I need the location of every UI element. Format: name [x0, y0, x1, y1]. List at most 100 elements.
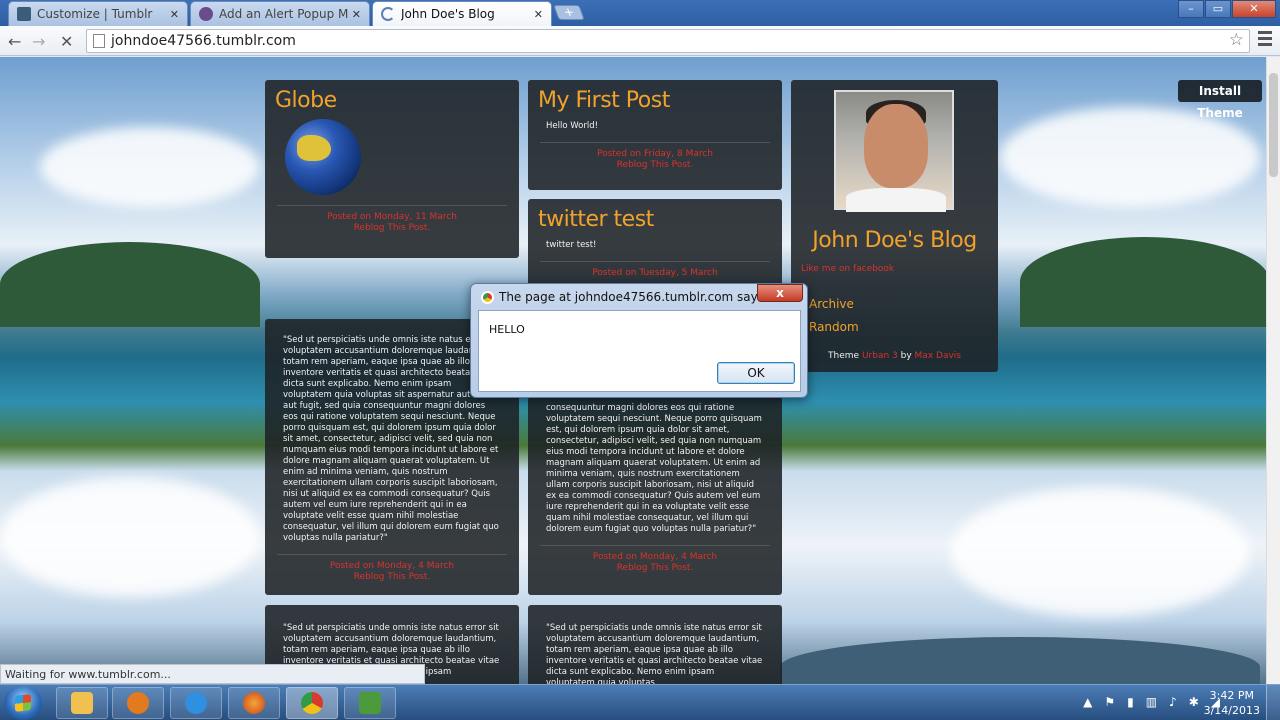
- taskbar-camtasia[interactable]: [344, 687, 396, 719]
- blog-title[interactable]: John Doe's Blog: [791, 228, 998, 253]
- show-hidden-icons-icon[interactable]: ▲: [1083, 695, 1092, 709]
- post-date-link[interactable]: Posted on Tuesday, 5 March: [528, 268, 782, 279]
- taskbar-media-player[interactable]: [112, 687, 164, 719]
- avatar: [834, 90, 954, 212]
- tab-title: John Doe's Blog: [401, 7, 495, 21]
- facebook-link[interactable]: Like me on facebook: [801, 264, 894, 274]
- reblog-link[interactable]: Reblog This Post.: [528, 160, 782, 171]
- post-divider: [277, 205, 507, 206]
- post-title[interactable]: twitter test: [528, 199, 782, 232]
- volume-icon[interactable]: ♪: [1169, 695, 1177, 709]
- theme-credit: Theme Urban 3 by Max Davis: [828, 351, 961, 361]
- stop-loading-button[interactable]: ✕: [60, 32, 73, 51]
- random-link[interactable]: Random: [809, 320, 859, 334]
- reblog-link[interactable]: Reblog This Post.: [265, 572, 519, 583]
- camtasia-icon: [359, 692, 381, 714]
- post-body: consequuntur magni dolores eos qui ratio…: [546, 403, 762, 534]
- start-button[interactable]: [4, 686, 42, 720]
- post-card-text: "Sed ut perspiciatis unde omnis iste nat…: [528, 605, 782, 684]
- window-close-button[interactable]: ✕: [1232, 0, 1276, 18]
- battery-icon[interactable]: ▮: [1127, 695, 1134, 709]
- dialog-message: HELLO: [489, 323, 525, 336]
- alert-dialog: The page at johndoe47566.tumblr.com says…: [470, 283, 808, 398]
- sidebar-card: John Doe's Blog Like me on facebook Arch…: [791, 80, 998, 372]
- page-scrollbar[interactable]: [1266, 57, 1280, 684]
- archive-link[interactable]: Archive: [809, 297, 854, 311]
- taskbar-firefox[interactable]: [228, 687, 280, 719]
- post-divider: [277, 554, 507, 555]
- window-controls: – ▭ ✕: [1177, 0, 1276, 18]
- globe-image: [285, 119, 361, 195]
- post-date-link[interactable]: Posted on Monday, 4 March: [528, 552, 782, 563]
- tab-add-alert-popup[interactable]: Add an Alert Popup Mess ✕: [190, 1, 370, 26]
- tab-john-doe-blog[interactable]: John Doe's Blog ✕: [372, 1, 552, 26]
- reblog-link[interactable]: Reblog This Post.: [528, 563, 782, 574]
- dialog-body: HELLO OK: [478, 310, 801, 392]
- tab-customize-tumblr[interactable]: Customize | Tumblr ✕: [8, 1, 188, 26]
- site-favicon-icon: [199, 7, 213, 21]
- url-text: johndoe47566.tumblr.com: [111, 33, 296, 49]
- media-player-icon: [127, 692, 149, 714]
- scrollbar-thumb[interactable]: [1269, 73, 1278, 177]
- tab-title: Add an Alert Popup Mess: [219, 7, 348, 21]
- install-theme-button[interactable]: Install Theme: [1178, 80, 1262, 120]
- maximize-button[interactable]: ▭: [1205, 0, 1231, 18]
- folder-icon: [71, 692, 93, 714]
- system-tray: ▲ ⚑ ▮ ▥ ♪ ✱ ◢: [1071, 695, 1220, 709]
- network-icon[interactable]: ▥: [1146, 695, 1157, 709]
- browser-toolbar: ← → ✕ johndoe47566.tumblr.com ☆: [0, 26, 1280, 56]
- taskbar-chrome[interactable]: [286, 687, 338, 719]
- post-title[interactable]: Globe: [265, 80, 519, 113]
- post-divider: [540, 142, 770, 143]
- tab-close-icon[interactable]: ✕: [534, 8, 543, 21]
- taskbar-clock[interactable]: 3:42 PM 3/14/2013: [1204, 688, 1260, 718]
- taskbar-internet-explorer[interactable]: [170, 687, 222, 719]
- post-card-text: consequuntur magni dolores eos qui ratio…: [528, 397, 782, 595]
- post-body: twitter test!: [546, 240, 597, 250]
- address-bar[interactable]: johndoe47566.tumblr.com: [86, 29, 1250, 53]
- firefox-icon: [243, 692, 265, 714]
- theme-author-link[interactable]: Max Davis: [915, 351, 961, 361]
- background-island: [1020, 237, 1266, 327]
- post-body: "Sed ut perspiciatis unde omnis iste nat…: [546, 623, 763, 684]
- post-card-globe: Globe Posted on Monday, 11 March Reblog …: [265, 80, 519, 258]
- clock-date: 3/14/2013: [1203, 704, 1260, 717]
- dialog-close-button[interactable]: x: [757, 284, 803, 302]
- background-island: [0, 242, 260, 327]
- chrome-icon: [481, 290, 494, 304]
- minimize-button[interactable]: –: [1178, 0, 1204, 18]
- wrench-menu-icon[interactable]: [1258, 31, 1272, 47]
- bookmark-star-icon[interactable]: ☆: [1229, 30, 1244, 50]
- tab-close-icon[interactable]: ✕: [352, 8, 361, 21]
- loading-spinner-icon: [381, 7, 395, 21]
- new-tab-button[interactable]: +: [553, 5, 585, 20]
- post-body: Hello World!: [546, 121, 599, 131]
- background-cloud: [0, 477, 260, 597]
- tumblr-favicon-icon: [17, 7, 31, 21]
- post-title[interactable]: My First Post: [528, 80, 782, 113]
- bluetooth-icon[interactable]: ✱: [1189, 695, 1199, 709]
- tab-title: Customize | Tumblr: [37, 7, 153, 21]
- reblog-link[interactable]: Reblog This Post.: [265, 223, 519, 234]
- post-date-link[interactable]: Posted on Monday, 4 March: [265, 561, 519, 572]
- post-divider: [540, 261, 770, 262]
- post-date-link[interactable]: Posted on Friday, 8 March: [528, 149, 782, 160]
- action-center-icon[interactable]: ⚑: [1104, 695, 1115, 709]
- show-desktop-button[interactable]: [1266, 685, 1280, 720]
- back-button[interactable]: ←: [8, 32, 21, 51]
- dialog-title: The page at johndoe47566.tumblr.com says…: [481, 290, 768, 304]
- taskbar-explorer[interactable]: [56, 687, 108, 719]
- windows-taskbar: ▲ ⚑ ▮ ▥ ♪ ✱ ◢ 3:42 PM 3/14/2013: [0, 684, 1280, 720]
- page-icon: [93, 34, 105, 48]
- background-island: [780, 637, 1260, 684]
- post-divider: [540, 545, 770, 546]
- tab-close-icon[interactable]: ✕: [170, 8, 179, 21]
- chrome-icon: [301, 692, 323, 714]
- windows-logo-icon: [15, 694, 31, 712]
- post-date-link[interactable]: Posted on Monday, 11 March: [265, 212, 519, 223]
- tab-strip: Customize | Tumblr ✕ Add an Alert Popup …: [0, 0, 1280, 26]
- theme-name-link[interactable]: Urban 3: [862, 351, 898, 361]
- forward-button[interactable]: →: [32, 32, 45, 51]
- clock-time: 3:42 PM: [1209, 689, 1254, 702]
- ok-button[interactable]: OK: [717, 362, 795, 384]
